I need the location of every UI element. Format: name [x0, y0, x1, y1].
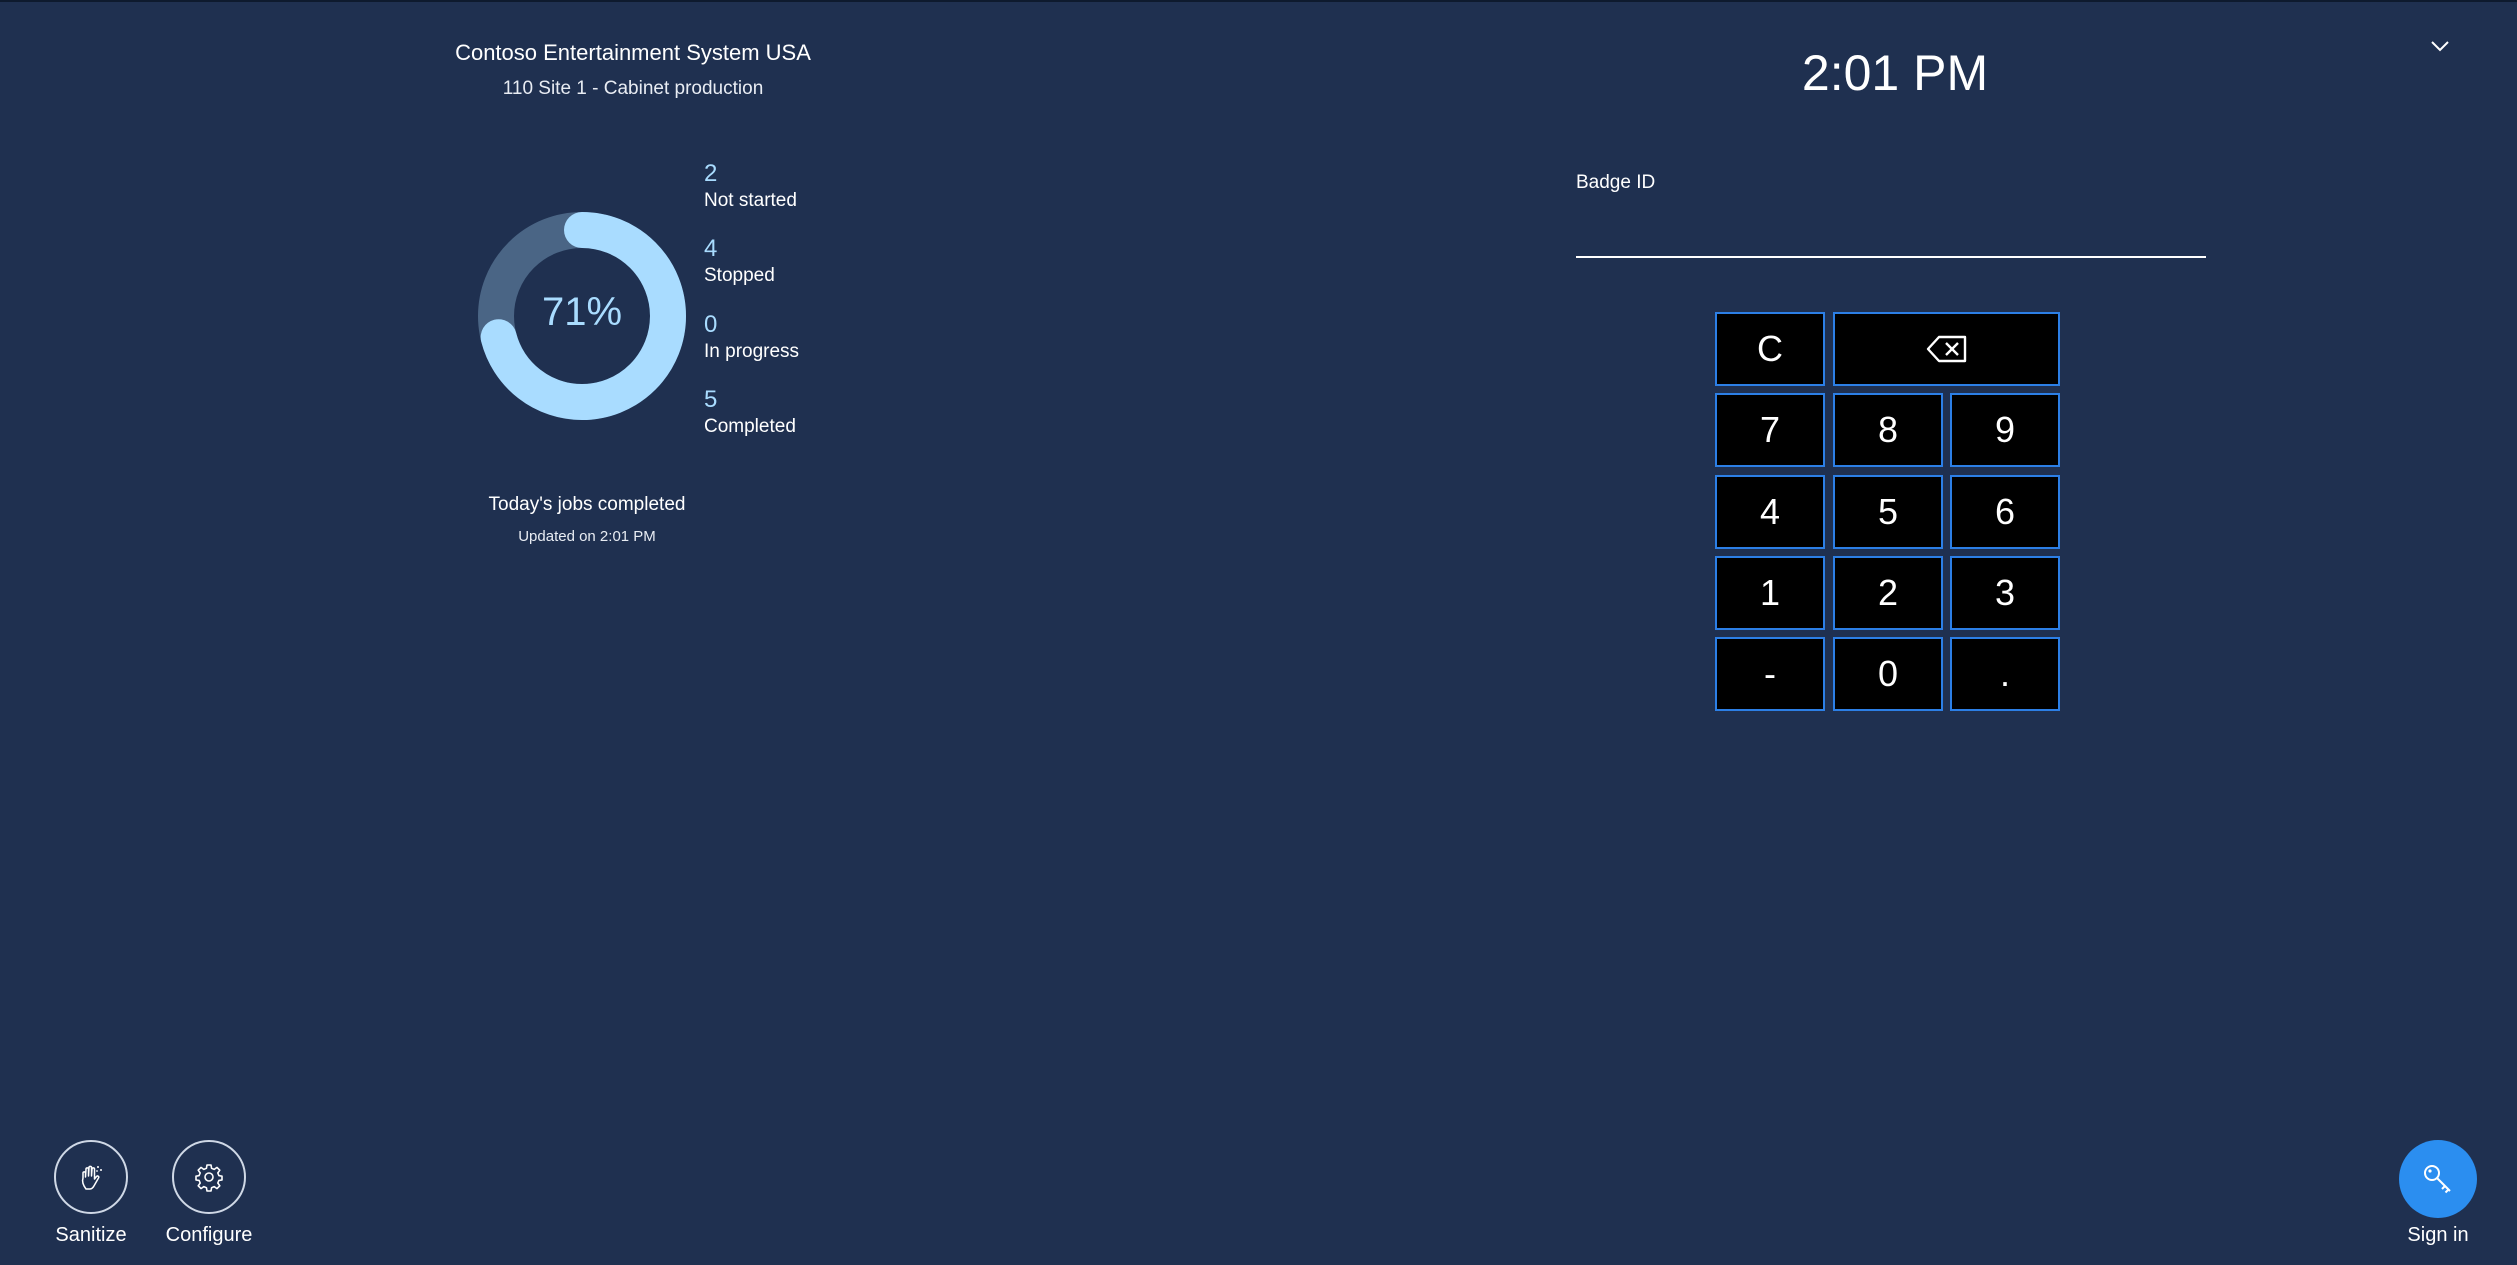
key-7[interactable]: 7: [1715, 393, 1825, 467]
sanitize-button[interactable]: [54, 1140, 128, 1214]
site-name: 110 Site 1 - Cabinet production: [502, 78, 764, 99]
stat-count: 5: [704, 386, 718, 413]
key-6[interactable]: 6: [1950, 475, 2060, 549]
key-5[interactable]: 5: [1833, 475, 1943, 549]
key-2[interactable]: 2: [1833, 556, 1943, 630]
sign-in-button[interactable]: [2399, 1140, 2477, 1218]
donut-percent: 71%: [541, 290, 623, 334]
stat-completed: 5 Completed: [704, 386, 796, 440]
stat-in-progress: 0 In progress: [704, 311, 799, 365]
key-backspace[interactable]: [1833, 312, 2060, 386]
key-0[interactable]: 0: [1833, 637, 1943, 711]
company-name: Contoso Entertainment System USA: [455, 40, 811, 65]
key-8[interactable]: 8: [1833, 393, 1943, 467]
key-clear[interactable]: C: [1715, 312, 1825, 386]
key-9[interactable]: 9: [1950, 393, 2060, 467]
top-border: [0, 0, 2517, 2]
badge-id-input[interactable]: [1576, 210, 2206, 258]
key-4[interactable]: 4: [1715, 475, 1825, 549]
stat-count: 2: [704, 160, 718, 187]
stat-label: In progress: [704, 341, 800, 362]
jobs-completed-title: Today's jobs completed: [488, 494, 686, 515]
key-decimal[interactable]: .: [1950, 637, 2060, 711]
stat-count: 4: [704, 235, 718, 262]
stat-label: Completed: [704, 416, 796, 437]
chevron-down-icon[interactable]: [2428, 36, 2452, 56]
stat-label: Stopped: [704, 265, 775, 286]
key-1[interactable]: 1: [1715, 556, 1825, 630]
sign-in-label: Sign in: [2407, 1224, 2469, 1246]
clock: 2:01 PM: [1801, 45, 1989, 101]
gear-icon: [195, 1164, 223, 1192]
updated-timestamp: Updated on 2:01 PM: [518, 528, 656, 545]
key-3[interactable]: 3: [1950, 556, 2060, 630]
stat-stopped: 4 Stopped: [704, 235, 775, 289]
configure-button[interactable]: [172, 1140, 246, 1214]
stat-not-started: 2 Not started: [704, 160, 797, 214]
hand-sanitize-icon: [81, 1165, 102, 1190]
configure-label: Configure: [165, 1224, 253, 1246]
stat-count: 0: [704, 311, 718, 338]
key-icon: [2424, 1165, 2451, 1194]
backspace-icon: [1926, 335, 1966, 363]
key-minus[interactable]: -: [1715, 637, 1825, 711]
badge-id-label: Badge ID: [1576, 172, 1656, 193]
stat-label: Not started: [704, 190, 797, 211]
